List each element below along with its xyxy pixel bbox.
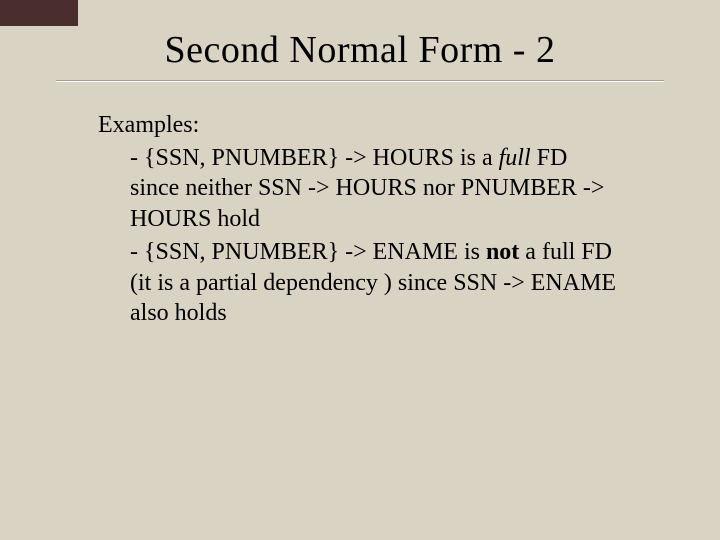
example-2: - {SSN, PNUMBER} -> ENAME is not a full … — [98, 237, 622, 329]
example-1-emphasis-full: full — [499, 145, 531, 171]
example-2-strong-not: not — [486, 239, 519, 265]
bullet-dash: - — [130, 239, 144, 265]
title-underline — [56, 80, 664, 82]
example-1: - {SSN, PNUMBER} -> HOURS is a full FD s… — [98, 143, 622, 235]
bullet-dash: - — [130, 145, 144, 171]
examples-heading: Examples: — [98, 110, 622, 141]
slide-content: Examples: - {SSN, PNUMBER} -> HOURS is a… — [56, 110, 664, 329]
example-1-lead: {SSN, PNUMBER} -> HOURS is a — [144, 145, 499, 171]
example-2-lead: {SSN, PNUMBER} -> ENAME is — [144, 239, 486, 265]
slide-body: Second Normal Form - 2 Examples: - {SSN,… — [0, 0, 720, 329]
corner-decoration — [0, 0, 78, 26]
slide-title: Second Normal Form - 2 — [56, 28, 664, 72]
